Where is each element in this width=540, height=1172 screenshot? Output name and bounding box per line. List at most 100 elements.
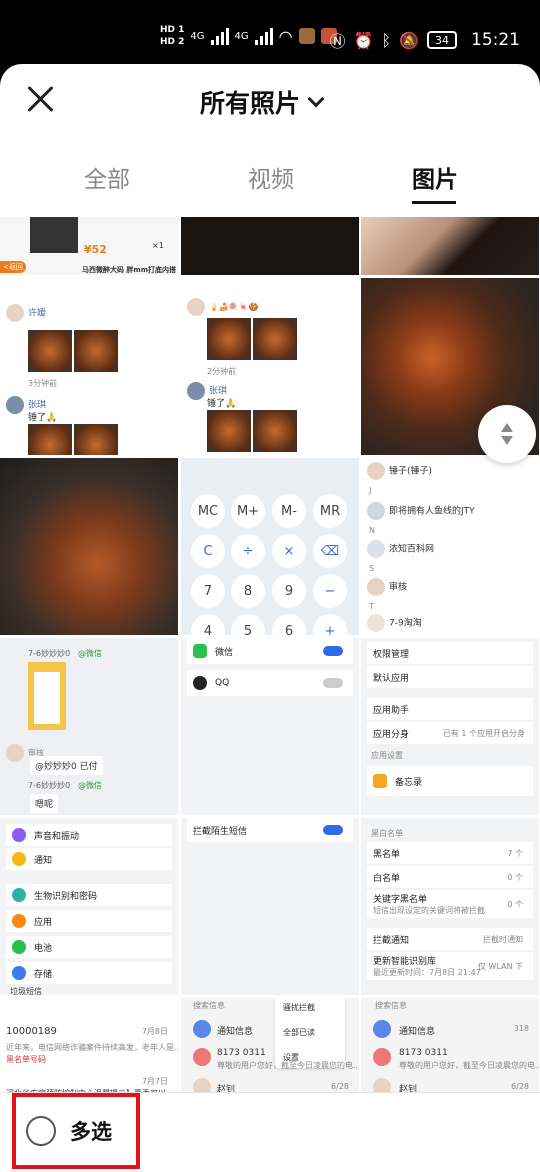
setting-label: 黑名单 [373,849,401,860]
index-letter: J [369,486,372,495]
setting-row: 电池 [6,936,172,958]
calc-key: 9 [272,574,306,608]
contact-name: 锤子(锤子) [389,466,433,477]
sms-preview: 近年来，电信网络诈骗案件持续高发，老年人是... [6,1043,178,1052]
photo-thumb[interactable]: 声音和振动 通知 生物识别和密码 应用 电池 存储 垃圾短信 [0,818,178,995]
unread-count: 318 [513,1024,529,1033]
setting-label: 通知 [34,855,53,866]
setting-label: 拦截陌生短信 [193,826,248,837]
qq-icon [193,676,207,690]
setting-row: 权限管理 [367,642,533,664]
setting-row: 应用分身 已有 1 个应用开启分身 [367,722,533,744]
photo-thumb[interactable]: 🍦🍰🍭🍬🍪 2分钟前 张琪 锤了🙏 [181,278,359,455]
emoji-row: 🍦🍰🍭🍬🍪 [209,302,259,312]
chat-message: @妙妙妙0 已付 [30,756,103,775]
calc-key: ÷ [231,534,265,568]
tab-images[interactable]: 图片 [412,160,458,194]
scroll-down-icon [501,436,513,445]
photo-thumb[interactable]: 拦截陌生短信 [181,818,359,995]
avatar [187,298,205,316]
setting-label: 白名单 [373,873,401,884]
fast-scroll-handle[interactable] [478,405,536,463]
calc-key: 8 [231,574,265,608]
photo-thumb[interactable]: 搜索信息 骚扰拦截 全部已读 设置 通知信息 8173 0311 尊敬的用户您好… [181,998,359,1097]
food-thumb [207,318,251,360]
setting-row: 备忘录 [367,766,533,796]
net2-label: 4G [234,30,249,42]
setting-row: 微信 [187,638,353,664]
tab-videos[interactable]: 视频 [248,160,294,194]
setting-label: 存储 [34,969,53,980]
index-letter: S [369,564,375,573]
chat-time: 3分钟前 [28,379,58,388]
nfc-icon: Ⓝ [329,32,346,51]
photo-thumb[interactable] [181,217,359,275]
setting-row: 更新智能识别库 最近更新时间：7月8日 21:47 仅 WLAN 下 [367,952,533,980]
close-icon[interactable] [26,84,56,114]
food-thumb [28,330,72,372]
setting-sub: 最近更新时间：7月8日 21:47 [373,968,481,977]
payment-code-image [28,662,66,730]
contact-name: 即将拥有人鱼线的JTY [389,506,475,517]
photo-thumb[interactable] [361,217,539,275]
photo-thumb[interactable]: 搜索信息 通知信息 318 8173 0311 尊敬的用户您好，截至今日凌晨您的… [361,998,539,1097]
calc-key: 5 [231,614,265,635]
setting-label: 应用分身 [373,729,410,740]
calc-key: M+ [231,494,265,528]
photo-thumb[interactable] [0,458,178,635]
sound-icon [12,828,26,842]
avatar [367,540,385,558]
mute-icon: 🔕 [399,30,419,50]
food-thumb [74,424,118,455]
menu-item: 骚扰拦截 [283,1003,315,1012]
bluetooth-icon: ᛒ [381,30,392,50]
section-label: 黑白名单 [371,829,403,838]
chat-message: 嗯呢 [30,794,59,813]
chat-title: 7-6妙妙妙0 [28,781,71,790]
setting-label: 默认应用 [373,673,410,684]
context-menu: 骚扰拦截 全部已读 设置 [275,998,345,1068]
setting-value: 拦截时通知 [483,934,523,944]
wechat-icon [193,644,207,658]
menu-item: 全部已读 [283,1028,315,1037]
sms-thread: 通知信息 [399,1027,436,1037]
sms-preview: 尊敬的用户您好，截至今日凌晨您的电... [217,1061,359,1070]
sms-date: 6/28 [511,1082,529,1091]
photo-thumb[interactable]: 权限管理 默认应用 应用助手 应用分身 已有 1 个应用开启分身 应用设置 备忘录 [361,638,539,815]
photo-thumb[interactable]: 微信 QQ [181,638,359,815]
avatar [193,1048,211,1066]
multi-select-button[interactable]: 多选 [12,1093,140,1169]
clock: 15:21 [471,30,520,50]
calc-key: MR [313,494,347,528]
status-bar: HD 1 HD 2 4G 4G ◠ Ⓝ ⏰ ᛒ 🔕 34 15:21 [0,0,540,64]
sms-date: 6/28 [331,1082,349,1091]
setting-row: 声音和振动 [6,824,172,846]
sms-date: 7月8日 [141,1027,168,1036]
setting-row: 拦截陌生短信 [187,818,353,842]
product-image [30,217,78,253]
setting-row: 通知 [6,848,172,870]
calc-key: M- [272,494,306,528]
setting-label: 备忘录 [395,777,423,788]
toggle [323,825,343,835]
photo-thumb[interactable]: ¥52 ×1 <返回 马西微醉大码 胖mm打底内搭 [0,217,178,275]
photo-thumb[interactable]: 10000189 7月8日 近年来，电信网络诈骗案件持续高发，老年人是... 黑… [0,998,178,1097]
app-name: QQ [215,678,230,688]
photo-thumb[interactable]: MC M+ M- MR C ÷ × ⌫ 7 8 9 − 4 5 6 + [181,458,359,635]
photo-thumb[interactable]: 锤子(锤子) J 即将拥有人鱼线的JTY N 浓知百科网 S 审核 T 7-9淘… [361,458,539,635]
avatar [367,502,385,520]
album-selector[interactable]: 所有照片 [200,84,325,120]
avatar [367,462,385,480]
photo-thumb[interactable]: 黑白名单 黑名单 7 个 白名单 0 个 关键字黑名单 短信出现设定的关键词将被拦截 0… [361,818,539,995]
net1-label: 4G [190,30,205,42]
photo-thumb[interactable]: 许媛 3分钟前 张琪 锤了🙏 [0,278,178,455]
storage-icon [12,966,26,980]
tab-all[interactable]: 全部 [84,160,130,194]
calc-key: 7 [191,574,225,608]
photo-thumb[interactable]: 7-6妙妙妙0 @微信 审核 @妙妙妙0 已付 7-6妙妙妙0 @微信 嗯呢 [0,638,178,815]
search-field: 搜索信息 [375,1001,407,1010]
calc-key: C [191,534,225,568]
key-icon [12,888,26,902]
sms-sender: 10000189 [6,1026,57,1037]
header: 所有照片 [0,64,540,140]
